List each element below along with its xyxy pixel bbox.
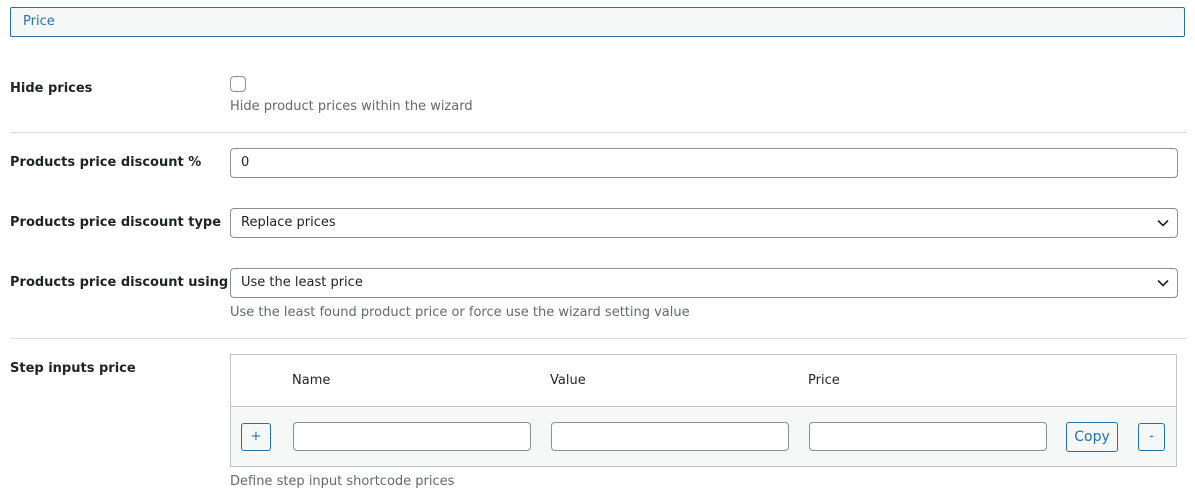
column-header-price: Price (808, 373, 840, 388)
discount-type-selected-value: Replace prices (241, 215, 336, 230)
discount-type-select[interactable]: Replace prices (230, 208, 1178, 238)
discount-percent-input[interactable]: 0 (230, 148, 1178, 178)
discount-using-selected-value: Use the least price (241, 275, 363, 290)
chevron-down-icon (1157, 279, 1169, 287)
hide-prices-label: Hide prices (10, 81, 93, 96)
column-header-name: Name (292, 373, 331, 388)
step-input-name-field[interactable] (293, 422, 531, 451)
column-header-value: Value (550, 373, 586, 388)
discount-using-select[interactable]: Use the least price (230, 268, 1178, 298)
divider (10, 132, 1186, 133)
step-inputs-label: Step inputs price (10, 361, 136, 376)
discount-percent-label: Products price discount % (10, 155, 202, 170)
table-header: Name Value Price (231, 355, 1176, 407)
hide-prices-description: Hide product prices within the wizard (230, 99, 473, 114)
step-input-value-field[interactable] (551, 422, 789, 451)
discount-type-label: Products price discount type (10, 215, 222, 230)
chevron-down-icon (1157, 219, 1169, 227)
discount-using-label: Products price discount using (10, 275, 229, 290)
step-inputs-description: Define step input shortcode prices (230, 474, 455, 489)
divider (10, 338, 1186, 339)
add-row-button[interactable]: + (241, 423, 271, 451)
copy-row-button[interactable]: Copy (1066, 422, 1118, 452)
hide-prices-checkbox[interactable] (230, 76, 246, 92)
table-row: + Copy - (231, 407, 1176, 466)
step-input-price-field[interactable] (809, 422, 1047, 451)
discount-using-description: Use the least found product price or for… (230, 305, 690, 320)
section-header-price[interactable]: Price (10, 7, 1185, 37)
step-inputs-table: Name Value Price + Copy - (230, 354, 1177, 467)
remove-row-button[interactable]: - (1138, 423, 1165, 451)
